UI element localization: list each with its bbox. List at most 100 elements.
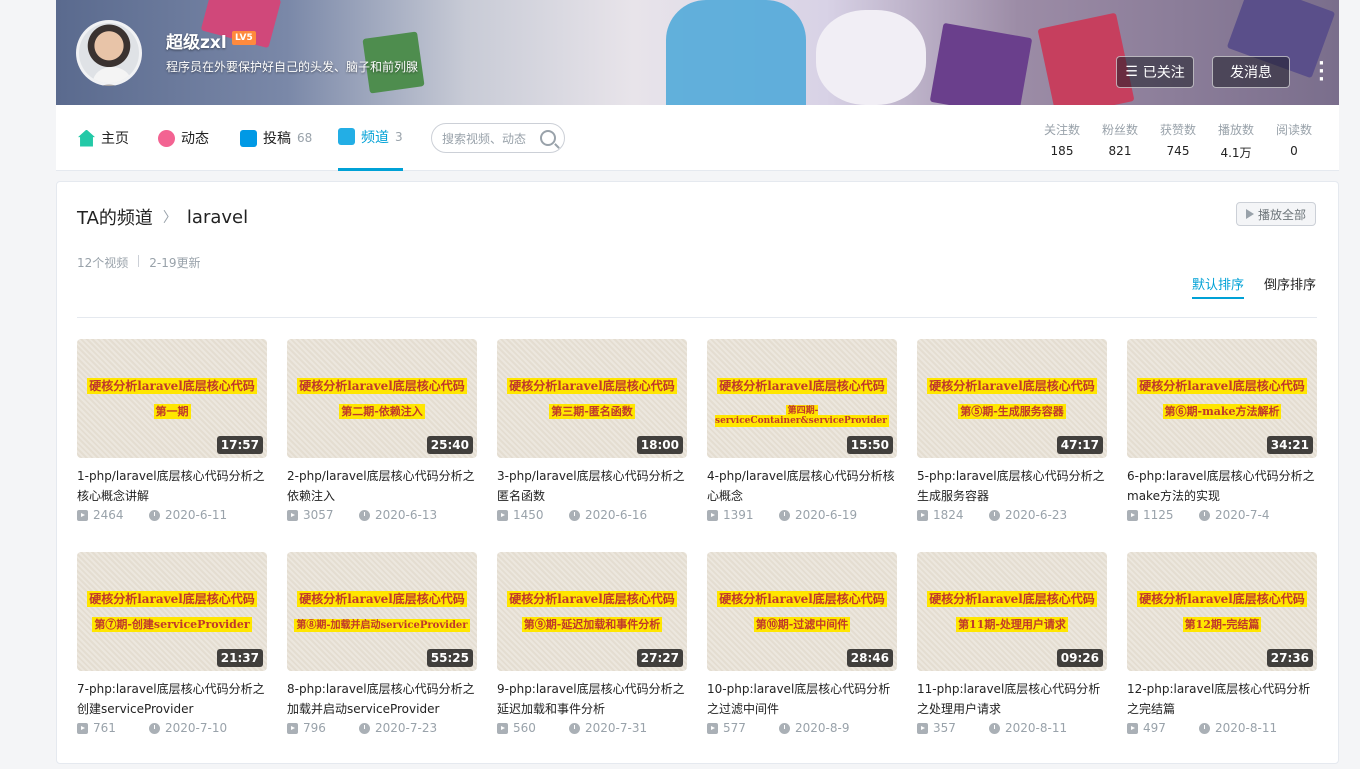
video-title[interactable]: 12-php:laravel底层核心代码分析之完结篇 [1127,679,1317,719]
play-count-icon [287,722,298,734]
video-title[interactable]: 4-php/laravel底层核心代码分析核心概念 [707,466,897,506]
video-card[interactable]: 硬核分析laravel底层核心代码 第⑤期-生成服务容器 47:17 5-php:l… [917,339,1107,522]
clock-icon [569,722,580,734]
channel-panel: TA的频道 〉 laravel 播放全部 12个视频 2-19更新 默认排序 倒… [56,181,1339,764]
video-card[interactable]: 硬核分析laravel底层核心代码 第三期-匿名函数 18:00 3-php/lar… [497,339,687,522]
avatar[interactable] [76,20,142,86]
video-thumbnail[interactable]: 硬核分析laravel底层核心代码 第⑩期-过滤中间件 28:46 [707,552,897,671]
play-count-icon [707,722,718,734]
play-count-icon [1127,722,1138,734]
username[interactable]: 超级zxl [166,28,227,53]
video-card[interactable]: 硬核分析laravel底层核心代码 第⑨期-延迟加载和事件分析 27:27 9-ph… [497,552,687,735]
thumb-title: 硬核分析laravel底层核心代码 [87,378,257,394]
duration-badge: 27:27 [636,649,683,667]
video-card[interactable]: 硬核分析laravel底层核心代码 第11期-处理用户请求 09:26 11-php… [917,552,1107,735]
thumb-title: 硬核分析laravel底层核心代码 [507,378,677,394]
video-card[interactable]: 硬核分析laravel底层核心代码 第⑦期-创建serviceProvider 21… [77,552,267,735]
stat-reads: 阅读数 0 [1265,121,1323,161]
video-title[interactable]: 5-php:laravel底层核心代码分析之生成服务容器 [917,466,1107,506]
play-count: 2464 [93,508,124,522]
home-icon [78,129,95,147]
clock-icon [989,509,1000,521]
video-title[interactable]: 10-php:laravel底层核心代码分析之过滤中间件 [707,679,897,719]
video-card[interactable]: 硬核分析laravel底层核心代码 第⑧期-加载并启动serviceProvide… [287,552,477,735]
tab-home[interactable]: 主页 [78,105,129,171]
clock-icon [149,722,160,734]
video-card[interactable]: 硬核分析laravel底层核心代码 第四期-serviceContainer&se… [707,339,897,522]
video-info: 497 2020-8-11 [1127,721,1317,735]
video-title[interactable]: 11-php:laravel底层核心代码分析之处理用户请求 [917,679,1107,719]
stat-plays: 播放数 4.1万 [1207,121,1265,161]
clock-icon [359,509,370,521]
play-count-icon [917,509,928,521]
thumb-title: 硬核分析laravel底层核心代码 [717,378,887,394]
duration-badge: 17:57 [216,436,263,454]
video-title[interactable]: 2-php/laravel底层核心代码分析之依赖注入 [287,466,477,506]
stat-following[interactable]: 关注数 185 [1033,121,1091,161]
duration-badge: 34:21 [1266,436,1313,454]
play-all-button[interactable]: 播放全部 [1236,202,1316,226]
duration-badge: 28:46 [846,649,893,667]
play-count: 497 [1143,721,1166,735]
stat-followers[interactable]: 粉丝数 821 [1091,121,1149,161]
video-title[interactable]: 3-php/laravel底层核心代码分析之匿名函数 [497,466,687,506]
video-thumbnail[interactable]: 硬核分析laravel底层核心代码 第四期-serviceContainer&se… [707,339,897,458]
video-info: 796 2020-7-23 [287,721,477,735]
video-card[interactable]: 硬核分析laravel底层核心代码 第⑥期-make方法解析 34:21 6-php… [1127,339,1317,522]
follow-button[interactable]: ☰ 已关注 [1116,56,1194,88]
tab-dynamic[interactable]: 动态 [158,105,209,171]
video-thumbnail[interactable]: 硬核分析laravel底层核心代码 第三期-匿名函数 18:00 [497,339,687,458]
more-options-icon[interactable]: · · · [1318,55,1325,89]
thumb-title: 硬核分析laravel底层核心代码 [927,378,1097,394]
play-count: 3057 [303,508,334,522]
video-title[interactable]: 9-php:laravel底层核心代码分析之延迟加载和事件分析 [497,679,687,719]
video-thumbnail[interactable]: 硬核分析laravel底层核心代码 第⑦期-创建serviceProvider 21… [77,552,267,671]
video-card[interactable]: 硬核分析laravel底层核心代码 第12期-完结篇 27:36 12-php:la… [1127,552,1317,735]
level-badge: LV5 [232,31,256,45]
video-card[interactable]: 硬核分析laravel底层核心代码 第二期-依赖注入 25:40 2-php/lar… [287,339,477,522]
duration-badge: 09:26 [1056,649,1103,667]
upload-date: 2020-7-31 [585,721,648,735]
tab-uploads-count: 68 [297,131,313,145]
video-thumbnail[interactable]: 硬核分析laravel底层核心代码 第一期 17:57 [77,339,267,458]
thumb-subtitle: 第⑥期-make方法解析 [1162,404,1282,419]
play-count-icon [497,509,508,521]
video-thumbnail[interactable]: 硬核分析laravel底层核心代码 第二期-依赖注入 25:40 [287,339,477,458]
video-thumbnail[interactable]: 硬核分析laravel底层核心代码 第⑨期-延迟加载和事件分析 27:27 [497,552,687,671]
video-thumbnail[interactable]: 硬核分析laravel底层核心代码 第⑥期-make方法解析 34:21 [1127,339,1317,458]
play-count-icon [707,509,718,521]
video-title[interactable]: 6-php:laravel底层核心代码分析之make方法的实现 [1127,466,1317,506]
play-count: 1125 [1143,508,1174,522]
video-thumbnail[interactable]: 硬核分析laravel底层核心代码 第12期-完结篇 27:36 [1127,552,1317,671]
search-icon[interactable] [540,130,556,146]
breadcrumb-root[interactable]: TA的频道 [77,204,153,230]
sort-options: 默认排序 倒序排序 [1191,274,1316,299]
video-title[interactable]: 7-php:laravel底层核心代码分析之创建serviceProvider [77,679,267,719]
tab-channel[interactable]: 频道 3 [338,105,403,171]
video-info: 3057 2020-6-13 [287,508,477,522]
clock-icon [779,722,790,734]
play-count-icon [287,509,298,521]
thumb-subtitle: 第一期 [153,404,191,419]
sort-reverse[interactable]: 倒序排序 [1264,274,1316,299]
play-count: 1391 [723,508,754,522]
video-title[interactable]: 8-php:laravel底层核心代码分析之加载并启动serviceProvid… [287,679,477,719]
video-info: 560 2020-7-31 [497,721,687,735]
thumb-subtitle: 第二期-依赖注入 [339,404,425,419]
tab-uploads[interactable]: 投稿 68 [240,105,312,171]
play-count: 1450 [513,508,544,522]
video-thumbnail[interactable]: 硬核分析laravel底层核心代码 第⑧期-加载并启动serviceProvide… [287,552,477,671]
upload-date: 2020-8-11 [1005,721,1068,735]
video-title[interactable]: 1-php/laravel底层核心代码分析之核心概念讲解 [77,466,267,506]
video-card[interactable]: 硬核分析laravel底层核心代码 第⑩期-过滤中间件 28:46 10-php:l… [707,552,897,735]
divider [138,255,140,267]
thumb-title: 硬核分析laravel底层核心代码 [87,591,257,607]
thumb-title: 硬核分析laravel底层核心代码 [297,591,467,607]
video-card[interactable]: 硬核分析laravel底层核心代码 第一期 17:57 1-php/laravel底… [77,339,267,522]
anime-character-decoration [666,0,806,105]
video-thumbnail[interactable]: 硬核分析laravel底层核心代码 第11期-处理用户请求 09:26 [917,552,1107,671]
video-thumbnail[interactable]: 硬核分析laravel底层核心代码 第⑤期-生成服务容器 47:17 [917,339,1107,458]
search-input[interactable]: 搜索视频、动态 [431,123,565,153]
sort-default[interactable]: 默认排序 [1191,274,1244,299]
message-button[interactable]: 发消息 [1212,56,1290,88]
